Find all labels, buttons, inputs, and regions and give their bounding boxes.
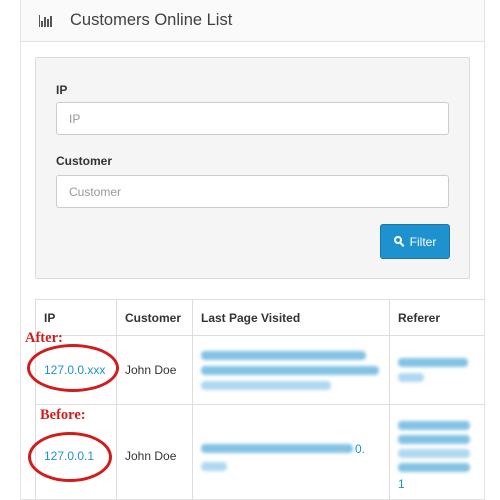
redacted-url — [201, 350, 381, 390]
referer-link[interactable]: 1 — [389, 404, 485, 500]
filter-button[interactable]: Filter — [380, 224, 450, 259]
customer-input[interactable] — [56, 175, 449, 208]
redacted-url: 0. — [201, 442, 381, 471]
after-highlight-ellipse — [27, 344, 119, 392]
column-header-last-page: Last Page Visited — [192, 299, 390, 336]
last-page-link[interactable]: 0. — [192, 404, 390, 500]
customer-label: Customer — [56, 154, 113, 168]
search-icon — [393, 236, 405, 247]
bar-chart-icon — [39, 14, 56, 27]
before-highlight-ellipse — [28, 432, 112, 482]
ip-input[interactable] — [56, 102, 449, 135]
ip-label: IP — [56, 83, 68, 97]
redacted-url: 1 — [398, 421, 477, 491]
page-title: Customers Online List — [70, 11, 233, 29]
referer-tail: 1 — [398, 477, 405, 491]
customers-online-panel: Customers Online List IP Customer Filter… — [20, 0, 485, 500]
last-page-link[interactable] — [192, 335, 390, 405]
table-header-row: IP Customer Last Page Visited Referer — [35, 299, 485, 336]
panel-heading: Customers Online List — [21, 0, 484, 42]
before-annotation-label: Before: — [40, 407, 86, 423]
last-page-tail: 0. — [355, 441, 366, 456]
customer-cell: John Doe — [116, 335, 193, 405]
referer-link[interactable] — [389, 335, 485, 405]
column-header-customer: Customer — [116, 299, 193, 336]
redacted-url — [398, 358, 477, 382]
filter-button-label: Filter — [409, 234, 437, 249]
column-header-referer: Referer — [389, 299, 485, 336]
filter-box: IP Customer Filter — [35, 57, 470, 279]
customer-cell: John Doe — [116, 404, 193, 500]
